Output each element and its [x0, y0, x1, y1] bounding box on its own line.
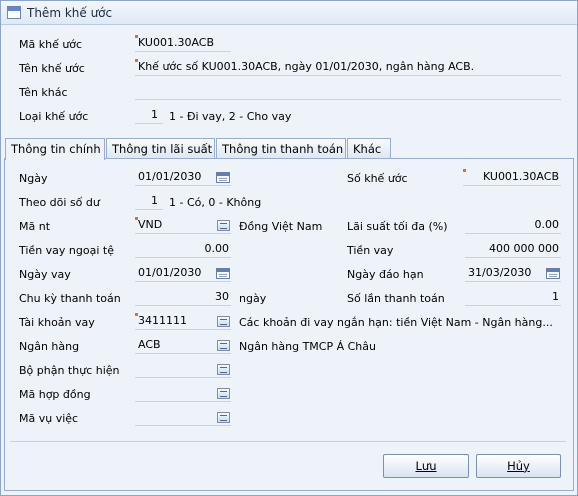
title-bar: Thêm khế ước	[1, 1, 577, 25]
so-khe-uoc-label: Số khế ước	[347, 172, 408, 185]
lookup-icon[interactable]	[217, 220, 230, 231]
lookup-icon[interactable]	[217, 388, 230, 399]
ma-khe-uoc-label: Mã khế ước	[19, 38, 83, 51]
so-lan-tt-field[interactable]: 1	[465, 289, 561, 306]
footer-divider	[10, 441, 566, 442]
ngay-dao-han-field[interactable]: 31/03/2030	[465, 265, 561, 282]
chu-ky-tt-value: 30	[215, 290, 229, 303]
chu-ky-tt-unit: ngày	[239, 292, 267, 305]
loai-khe-uoc-label: Loại khế ước	[19, 110, 89, 123]
ma-khe-uoc-value: KU001.30ACB	[138, 36, 215, 49]
ngay-vay-label: Ngày vay	[19, 268, 71, 281]
lookup-icon[interactable]	[217, 364, 230, 375]
theo-doi-so-du-value: 1	[151, 194, 158, 207]
ten-khe-uoc-label: Tên khế ước	[19, 62, 85, 75]
ngan-hang-field[interactable]: ACB	[135, 337, 231, 354]
tk-vay-label: Tài khoản vay	[19, 316, 95, 329]
so-lan-tt-label: Số lần thanh toán	[347, 292, 445, 305]
ngay-vay-value: 01/01/2030	[138, 266, 202, 279]
tien-vay-nt-value: 0.00	[204, 242, 230, 255]
tien-vay-value: 400 000 000	[489, 242, 559, 255]
lookup-icon[interactable]	[217, 412, 230, 423]
tk-vay-value: 3411111	[138, 314, 187, 327]
tk-vay-field[interactable]: 3411111	[135, 313, 231, 330]
ten-khe-uoc-value: Khế ước số KU001.30ACB, ngày 01/01/2030,…	[138, 60, 475, 73]
so-khe-uoc-value: KU001.30ACB	[482, 170, 559, 183]
ngay-field[interactable]: 01/01/2030	[135, 169, 231, 186]
calendar-icon[interactable]	[216, 268, 230, 279]
window-icon	[7, 6, 21, 19]
calendar-icon[interactable]	[216, 172, 230, 183]
ngan-hang-desc: Ngân hàng TMCP Á Châu	[239, 340, 376, 353]
save-button[interactable]: Lưu	[383, 454, 469, 478]
tab-thong-tin-chinh[interactable]: Thông tin chính	[5, 138, 105, 160]
ten-khac-field[interactable]	[135, 83, 561, 100]
ngay-dao-han-value: 31/03/2030	[468, 266, 532, 279]
loai-khe-uoc-field[interactable]: 1	[135, 107, 163, 124]
ma-khe-uoc-field[interactable]: KU001.30ACB	[135, 35, 231, 52]
theo-doi-so-du-label: Theo dõi số dư	[19, 196, 100, 209]
lai-suat-toi-da-value: 0.00	[534, 218, 560, 231]
dialog-window: Thêm khế ước Mã khế ước KU001.30ACB Tên …	[0, 0, 578, 496]
cancel-button[interactable]: Hủy	[476, 454, 561, 478]
save-button-label: Lưu	[415, 459, 437, 473]
loai-khe-uoc-hint: 1 - Đi vay, 2 - Cho vay	[169, 110, 292, 123]
bo-phan-field[interactable]	[135, 361, 231, 378]
ten-khac-label: Tên khác	[19, 86, 68, 99]
loai-khe-uoc-value: 1	[151, 108, 158, 121]
tien-vay-label: Tiền vay	[347, 244, 394, 257]
ma-hop-dong-field[interactable]	[135, 385, 231, 402]
theo-doi-so-du-field[interactable]: 1	[135, 193, 163, 210]
chu-ky-tt-field[interactable]: 30	[135, 289, 231, 306]
so-khe-uoc-field[interactable]: KU001.30ACB	[463, 169, 561, 186]
lai-suat-toi-da-label: Lãi suất tối đa (%)	[347, 220, 448, 233]
ngan-hang-value: ACB	[138, 338, 161, 351]
lookup-icon[interactable]	[217, 316, 230, 327]
tk-vay-desc: Các khoản đi vay ngắn hạn: tiền Việt Nam…	[239, 316, 553, 329]
cancel-button-label: Hủy	[507, 459, 530, 473]
ma-hop-dong-label: Mã hợp đồng	[19, 388, 91, 401]
tien-vay-nt-label: Tiền vay ngoại tệ	[19, 244, 114, 257]
ngan-hang-label: Ngân hàng	[19, 340, 80, 353]
tien-vay-field[interactable]: 400 000 000	[465, 241, 561, 258]
tab-thong-tin-lai-suat[interactable]: Thông tin lãi suất	[106, 138, 215, 159]
ngay-vay-field[interactable]: 01/01/2030	[135, 265, 231, 282]
ma-nt-value: VND	[138, 218, 163, 231]
lookup-icon[interactable]	[217, 340, 230, 351]
ngay-value: 01/01/2030	[138, 170, 202, 183]
ngay-label: Ngày	[19, 172, 48, 185]
so-lan-tt-value: 1	[552, 290, 559, 303]
ma-nt-desc: Đồng Việt Nam	[239, 220, 323, 233]
ma-vu-viec-label: Mã vụ việc	[19, 412, 79, 425]
ngay-dao-han-label: Ngày đáo hạn	[347, 268, 424, 281]
calendar-icon[interactable]	[546, 268, 560, 279]
bo-phan-label: Bộ phận thực hiện	[19, 364, 120, 377]
theo-doi-so-du-hint: 1 - Có, 0 - Không	[169, 196, 262, 209]
window-title: Thêm khế ước	[27, 6, 113, 20]
lai-suat-toi-da-field[interactable]: 0.00	[465, 217, 561, 234]
ma-nt-field[interactable]: VND	[135, 217, 231, 234]
tab-thong-tin-thanh-toan[interactable]: Thông tin thanh toán	[216, 138, 346, 159]
ma-vu-viec-field[interactable]	[135, 409, 231, 426]
tien-vay-nt-field[interactable]: 0.00	[135, 241, 231, 258]
chu-ky-tt-label: Chu kỳ thanh toán	[19, 292, 121, 305]
ma-nt-label: Mã nt	[19, 220, 51, 233]
ten-khe-uoc-field[interactable]: Khế ước số KU001.30ACB, ngày 01/01/2030,…	[135, 59, 561, 76]
tab-khac[interactable]: Khác	[347, 138, 391, 159]
